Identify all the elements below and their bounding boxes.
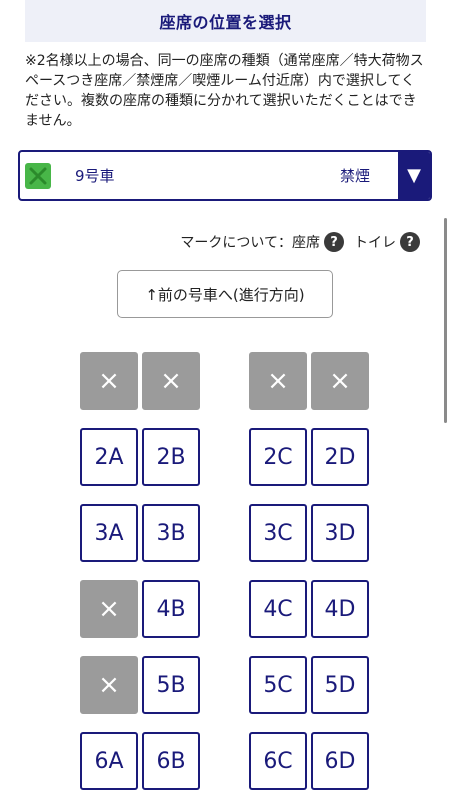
seat-2a[interactable]: 2A bbox=[80, 428, 138, 486]
prev-car-button[interactable]: ↑前の号車へ(進行方向) bbox=[117, 270, 333, 318]
seat-3c[interactable]: 3C bbox=[249, 504, 307, 562]
seat-6a[interactable]: 6A bbox=[80, 732, 138, 790]
legend-toilet-label: トイレ bbox=[354, 235, 396, 251]
seat-2b[interactable]: 2B bbox=[142, 428, 200, 486]
seat-4c[interactable]: 4C bbox=[249, 580, 307, 638]
car-number: 9号車 bbox=[75, 167, 115, 185]
seat-unavailable: × bbox=[80, 580, 138, 638]
car-select-dropdown[interactable]: 9号車 禁煙 ▼ bbox=[18, 150, 432, 201]
seat-unavailable: × bbox=[142, 352, 200, 410]
green-x-icon bbox=[25, 162, 51, 189]
seat-3b[interactable]: 3B bbox=[142, 504, 200, 562]
seat-5d[interactable]: 5D bbox=[311, 656, 369, 714]
seat-3a[interactable]: 3A bbox=[80, 504, 138, 562]
seat-help-icon[interactable]: ? bbox=[324, 232, 344, 252]
smoking-type: 禁煙 bbox=[339, 167, 370, 185]
page-header: 座席の位置を選択 bbox=[25, 0, 426, 42]
seat-2d[interactable]: 2D bbox=[311, 428, 369, 486]
dropdown-arrow-icon[interactable]: ▼ bbox=[398, 152, 430, 199]
seat-6b[interactable]: 6B bbox=[142, 732, 200, 790]
seat-unavailable: × bbox=[80, 656, 138, 714]
seat-6d[interactable]: 6D bbox=[311, 732, 369, 790]
seat-3d[interactable]: 3D bbox=[311, 504, 369, 562]
seat-5c[interactable]: 5C bbox=[249, 656, 307, 714]
seat-unavailable: × bbox=[249, 352, 307, 410]
toilet-help-icon[interactable]: ? bbox=[400, 232, 420, 252]
seat-4b[interactable]: 4B bbox=[142, 580, 200, 638]
seat-2c[interactable]: 2C bbox=[249, 428, 307, 486]
seat-4d[interactable]: 4D bbox=[311, 580, 369, 638]
seat-unavailable: × bbox=[80, 352, 138, 410]
page-title: 座席の位置を選択 bbox=[159, 13, 292, 32]
seat-unavailable: × bbox=[311, 352, 369, 410]
scrollbar[interactable] bbox=[444, 218, 447, 423]
seat-5b[interactable]: 5B bbox=[142, 656, 200, 714]
selection-notice: ※2名様以上の場合、同一の座席の種類（通常座席／特大荷物スペースつき座席／禁煙席… bbox=[25, 53, 424, 129]
seat-6c[interactable]: 6C bbox=[249, 732, 307, 790]
legend-seat-label: マークについて：座席 bbox=[180, 235, 320, 251]
mark-legend: マークについて：座席 ? トイレ ? bbox=[180, 232, 426, 252]
